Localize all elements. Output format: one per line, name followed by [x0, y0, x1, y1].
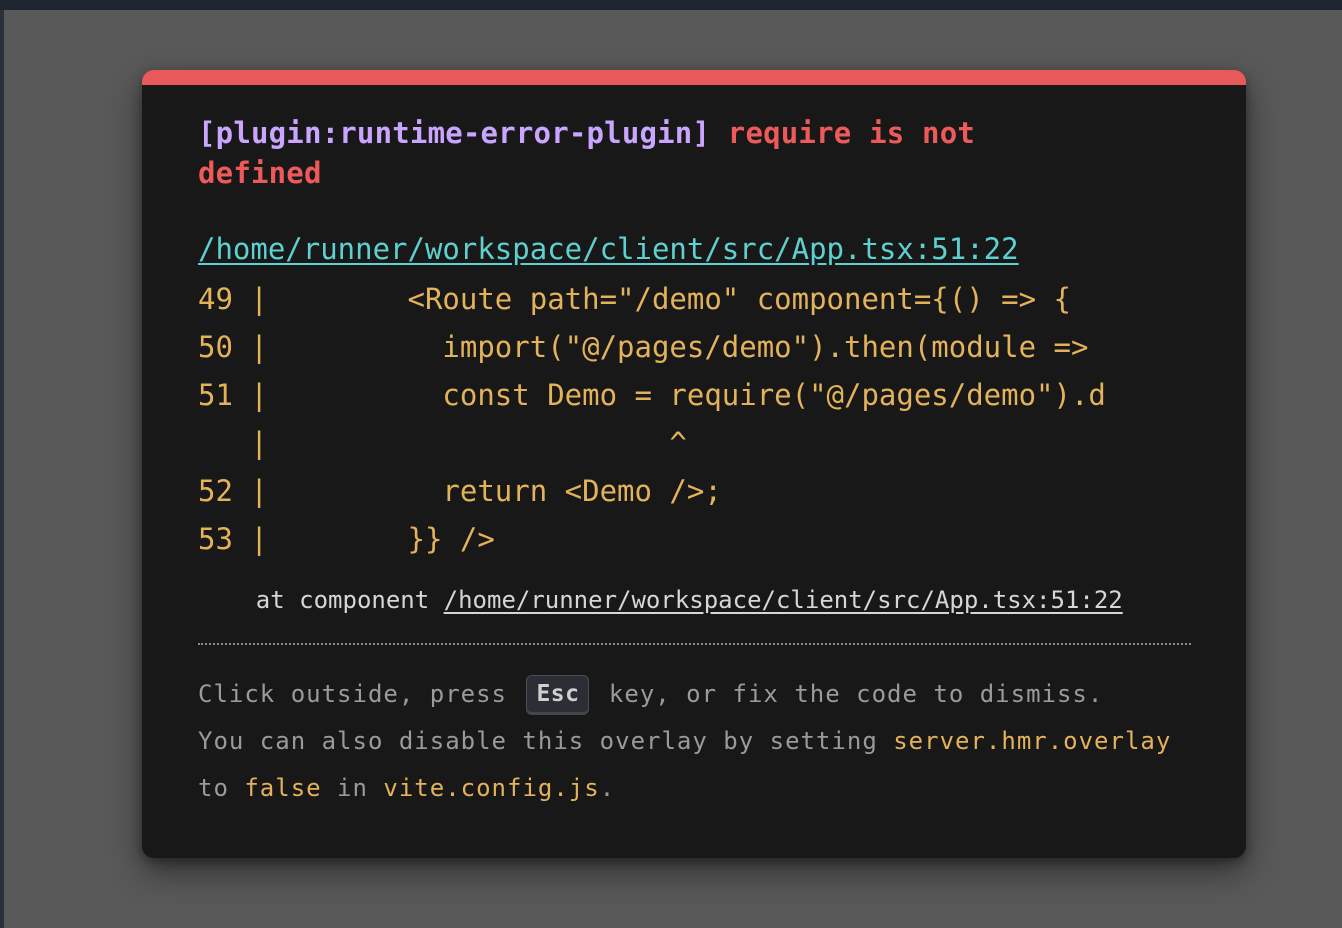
code-frame: 49 | <Route path="/demo" component={() =… — [198, 275, 1191, 563]
code-frame-line: 53 | }} /> — [198, 522, 495, 556]
code-frame-caret-line: | ^ — [198, 426, 687, 460]
tip-text: . — [599, 774, 616, 802]
stack-file-link[interactable]: /home/runner/workspace/client/src/App.ts… — [444, 586, 1123, 614]
false-value: false — [244, 774, 322, 802]
error-content: [plugin:runtime-error-plugin] require is… — [198, 113, 1191, 812]
tip-text: Click outside, press — [198, 680, 523, 708]
config-key: server.hmr.overlay — [893, 727, 1172, 755]
error-overlay[interactable]: [plugin:runtime-error-plugin] require is… — [142, 70, 1246, 858]
tip-line-1: Click outside, press Esc key, or fix the… — [198, 671, 1191, 718]
tip-text: to — [198, 774, 245, 802]
tip-text: You can also disable this overlay by set… — [198, 727, 894, 755]
esc-key-badge: Esc — [526, 675, 590, 715]
code-frame-line: 52 | return <Demo />; — [198, 474, 722, 508]
tip-line-3: to false in vite.config.js. — [198, 765, 1191, 812]
stack-trace: at component /home/runner/workspace/clie… — [198, 585, 1191, 615]
code-frame-line: 49 | <Route path="/demo" component={() =… — [198, 282, 1071, 316]
code-frame-line: 50 | import("@/pages/demo").then(module … — [198, 330, 1089, 364]
config-file: vite.config.js — [383, 774, 600, 802]
top-bar — [0, 0, 1342, 10]
code-frame-line: 51 | const Demo = require("@/pages/demo"… — [198, 378, 1106, 412]
tip-text: key, or fix the code to dismiss. — [593, 680, 1104, 708]
stack-prefix: at component — [198, 586, 444, 614]
divider — [198, 643, 1191, 645]
tip-text: in — [321, 774, 384, 802]
error-message: [plugin:runtime-error-plugin] require is… — [198, 113, 1098, 193]
dismiss-tip: Click outside, press Esc key, or fix the… — [198, 671, 1191, 812]
left-edge — [0, 10, 4, 928]
tip-line-2: You can also disable this overlay by set… — [198, 718, 1191, 765]
error-file-link[interactable]: /home/runner/workspace/client/src/App.ts… — [198, 231, 1191, 267]
plugin-tag: [plugin:runtime-error-plugin] — [198, 116, 711, 150]
